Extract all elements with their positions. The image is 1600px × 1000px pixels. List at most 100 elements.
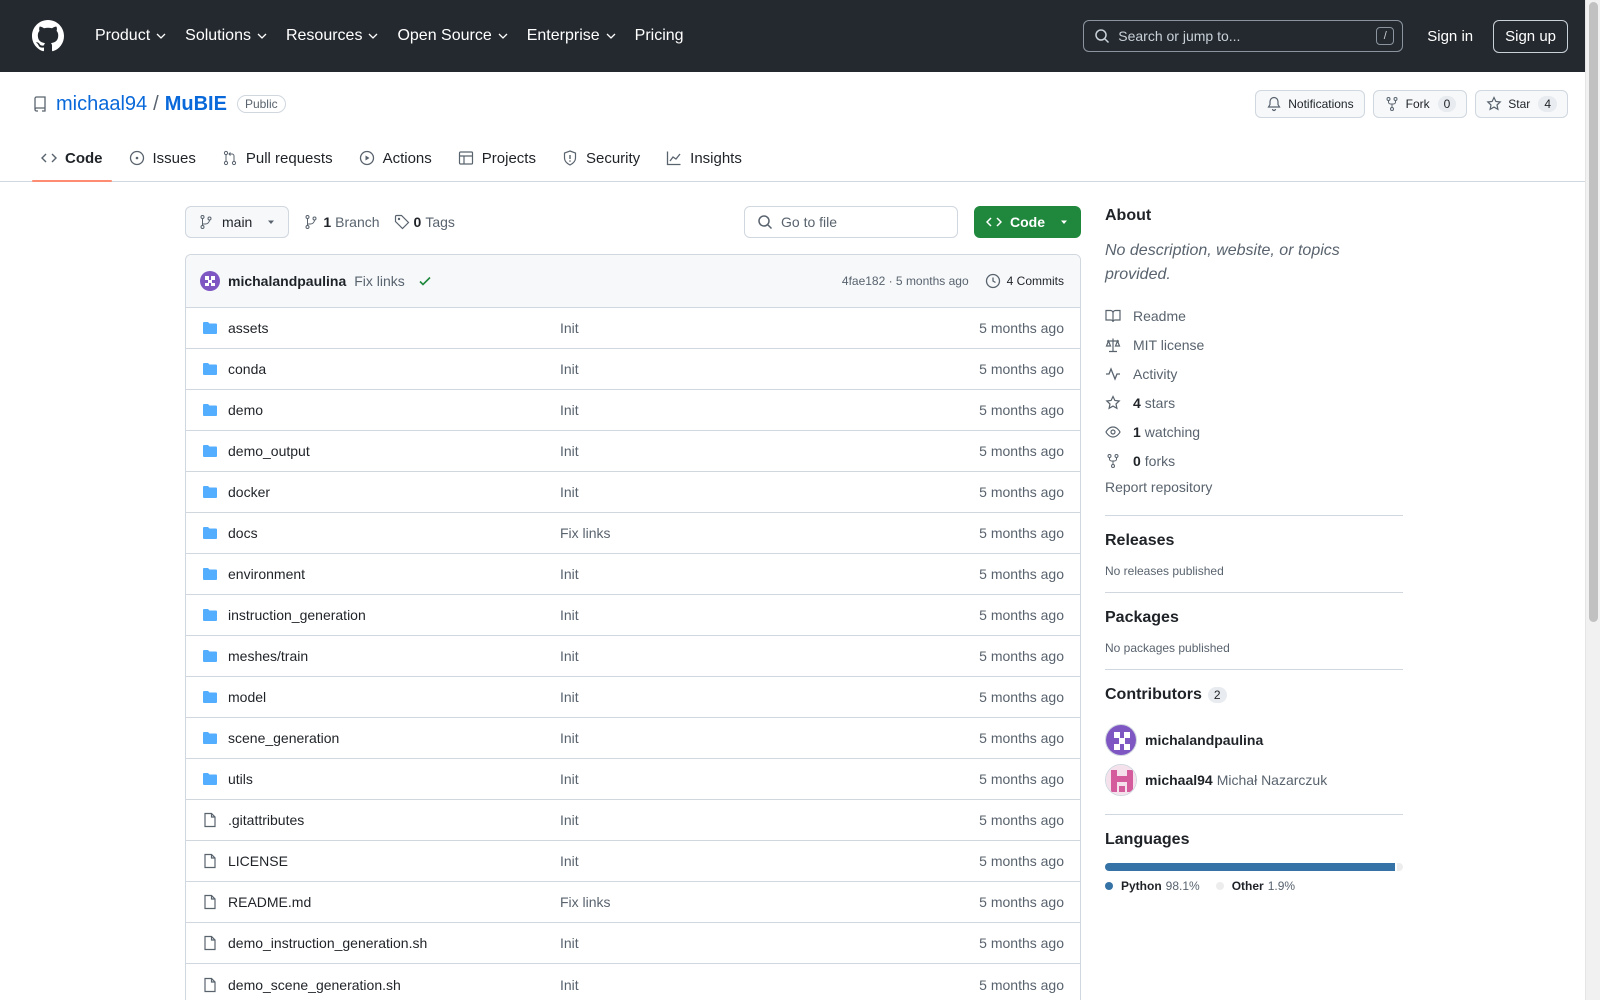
file-row[interactable]: scene_generation Init 5 months ago bbox=[186, 718, 1080, 759]
code-dropdown-button[interactable]: Code bbox=[974, 206, 1081, 238]
releases-heading[interactable]: Releases bbox=[1105, 532, 1403, 550]
readme-link[interactable]: Readme bbox=[1105, 301, 1403, 330]
go-to-file-input[interactable]: Go to file bbox=[744, 206, 958, 238]
commit-author[interactable]: michalandpaulina bbox=[228, 273, 346, 289]
commit-message[interactable]: Fix links bbox=[354, 273, 405, 289]
tab-pull-requests[interactable]: Pull requests bbox=[213, 135, 342, 181]
file-row[interactable]: assets Init 5 months ago bbox=[186, 308, 1080, 349]
file-commit-message[interactable]: Init bbox=[560, 935, 979, 951]
avatar[interactable] bbox=[1105, 764, 1137, 796]
repo-owner-link[interactable]: michaal94 bbox=[56, 93, 147, 116]
nav-resources[interactable]: Resources bbox=[277, 20, 388, 52]
file-name-link[interactable]: .gitattributes bbox=[228, 812, 560, 828]
watching-link[interactable]: 1 watching bbox=[1105, 417, 1403, 446]
file-commit-message[interactable]: Init bbox=[560, 977, 979, 993]
file-name-link[interactable]: demo_scene_generation.sh bbox=[228, 977, 560, 993]
file-row[interactable]: meshes/train Init 5 months ago bbox=[186, 636, 1080, 677]
file-name-link[interactable]: docker bbox=[228, 484, 560, 500]
file-commit-message[interactable]: Fix links bbox=[560, 894, 979, 910]
nav-solutions[interactable]: Solutions bbox=[176, 20, 277, 52]
search-input[interactable]: Search or jump to... / bbox=[1083, 20, 1404, 52]
file-name-link[interactable]: README.md bbox=[228, 894, 560, 910]
branches-link[interactable]: 1 Branch bbox=[303, 214, 380, 230]
contributor-login[interactable]: michaal94 bbox=[1145, 772, 1213, 788]
file-commit-message[interactable]: Init bbox=[560, 648, 979, 664]
tab-security[interactable]: Security bbox=[553, 135, 649, 181]
file-commit-message[interactable]: Init bbox=[560, 771, 979, 787]
nav-pricing[interactable]: Pricing bbox=[626, 20, 693, 52]
file-commit-message[interactable]: Init bbox=[560, 484, 979, 500]
file-name-link[interactable]: scene_generation bbox=[228, 730, 560, 746]
file-row[interactable]: demo_scene_generation.sh Init 5 months ago bbox=[186, 964, 1080, 1000]
file-commit-message[interactable]: Init bbox=[560, 853, 979, 869]
file-name-link[interactable]: LICENSE bbox=[228, 853, 560, 869]
file-row[interactable]: docker Init 5 months ago bbox=[186, 472, 1080, 513]
sign-in-link[interactable]: Sign in bbox=[1419, 22, 1481, 51]
file-row[interactable]: demo Init 5 months ago bbox=[186, 390, 1080, 431]
file-commit-message[interactable]: Init bbox=[560, 812, 979, 828]
commits-link[interactable]: 4 Commits bbox=[985, 273, 1064, 289]
file-name-link[interactable]: meshes/train bbox=[228, 648, 560, 664]
file-row[interactable]: environment Init 5 months ago bbox=[186, 554, 1080, 595]
contributor-item[interactable]: michaal94 Michał Nazarczuk bbox=[1105, 760, 1403, 800]
file-row[interactable]: docs Fix links 5 months ago bbox=[186, 513, 1080, 554]
contributor-item[interactable]: michalandpaulina bbox=[1105, 720, 1403, 760]
file-name-link[interactable]: model bbox=[228, 689, 560, 705]
file-row[interactable]: LICENSE Init 5 months ago bbox=[186, 841, 1080, 882]
activity-link[interactable]: Activity bbox=[1105, 359, 1403, 388]
fork-button[interactable]: Fork 0 bbox=[1372, 90, 1468, 118]
repo-name-link[interactable]: MuBIE bbox=[165, 93, 227, 116]
file-name-link[interactable]: demo_output bbox=[228, 443, 560, 459]
language-item[interactable]: Other 1.9% bbox=[1215, 879, 1295, 893]
file-commit-message[interactable]: Init bbox=[560, 361, 979, 377]
file-name-link[interactable]: instruction_generation bbox=[228, 607, 560, 623]
tab-issues[interactable]: Issues bbox=[120, 135, 205, 181]
file-row[interactable]: utils Init 5 months ago bbox=[186, 759, 1080, 800]
file-commit-message[interactable]: Init bbox=[560, 607, 979, 623]
license-link[interactable]: MIT license bbox=[1105, 330, 1403, 359]
file-row[interactable]: model Init 5 months ago bbox=[186, 677, 1080, 718]
file-commit-message[interactable]: Fix links bbox=[560, 525, 979, 541]
nav-open-source[interactable]: Open Source bbox=[388, 20, 517, 52]
github-logo-icon[interactable] bbox=[32, 20, 64, 52]
language-item[interactable]: Python 98.1% bbox=[1105, 879, 1200, 893]
file-row[interactable]: demo_output Init 5 months ago bbox=[186, 431, 1080, 472]
notifications-button[interactable]: Notifications bbox=[1255, 90, 1365, 118]
avatar[interactable] bbox=[200, 271, 220, 291]
file-row[interactable]: README.md Fix links 5 months ago bbox=[186, 882, 1080, 923]
commit-hash-time[interactable]: 4fae182 · 5 months ago bbox=[842, 274, 969, 288]
page-scrollbar[interactable] bbox=[1585, 0, 1600, 1000]
tab-code[interactable]: Code bbox=[32, 135, 112, 182]
stars-link[interactable]: 4 stars bbox=[1105, 388, 1403, 417]
forks-link[interactable]: 0 forks bbox=[1105, 446, 1403, 475]
tab-projects[interactable]: Projects bbox=[449, 135, 545, 181]
branch-selector[interactable]: main bbox=[185, 206, 290, 238]
tab-actions[interactable]: Actions bbox=[350, 135, 441, 181]
nav-enterprise[interactable]: Enterprise bbox=[518, 20, 626, 52]
scrollbar-thumb[interactable] bbox=[1589, 2, 1598, 622]
file-name-link[interactable]: environment bbox=[228, 566, 560, 582]
file-row[interactable]: conda Init 5 months ago bbox=[186, 349, 1080, 390]
file-commit-message[interactable]: Init bbox=[560, 566, 979, 582]
tags-link[interactable]: 0 Tags bbox=[394, 214, 455, 230]
file-commit-message[interactable]: Init bbox=[560, 730, 979, 746]
file-row[interactable]: instruction_generation Init 5 months ago bbox=[186, 595, 1080, 636]
avatar[interactable] bbox=[1105, 724, 1137, 756]
packages-heading[interactable]: Packages bbox=[1105, 609, 1403, 627]
contributor-login[interactable]: michalandpaulina bbox=[1145, 732, 1263, 748]
report-repository-link[interactable]: Report repository bbox=[1105, 479, 1403, 501]
star-button[interactable]: Star 4 bbox=[1475, 90, 1568, 118]
file-name-link[interactable]: conda bbox=[228, 361, 560, 377]
file-name-link[interactable]: demo_instruction_generation.sh bbox=[228, 935, 560, 951]
file-name-link[interactable]: utils bbox=[228, 771, 560, 787]
file-row[interactable]: demo_instruction_generation.sh Init 5 mont… bbox=[186, 923, 1080, 964]
sign-up-button[interactable]: Sign up bbox=[1493, 19, 1568, 53]
file-row[interactable]: .gitattributes Init 5 months ago bbox=[186, 800, 1080, 841]
tab-insights[interactable]: Insights bbox=[657, 135, 751, 181]
file-name-link[interactable]: demo bbox=[228, 402, 560, 418]
check-icon[interactable] bbox=[417, 273, 433, 289]
contributors-heading[interactable]: Contributors bbox=[1105, 686, 1202, 704]
file-commit-message[interactable]: Init bbox=[560, 689, 979, 705]
nav-product[interactable]: Product bbox=[86, 20, 176, 52]
file-commit-message[interactable]: Init bbox=[560, 320, 979, 336]
